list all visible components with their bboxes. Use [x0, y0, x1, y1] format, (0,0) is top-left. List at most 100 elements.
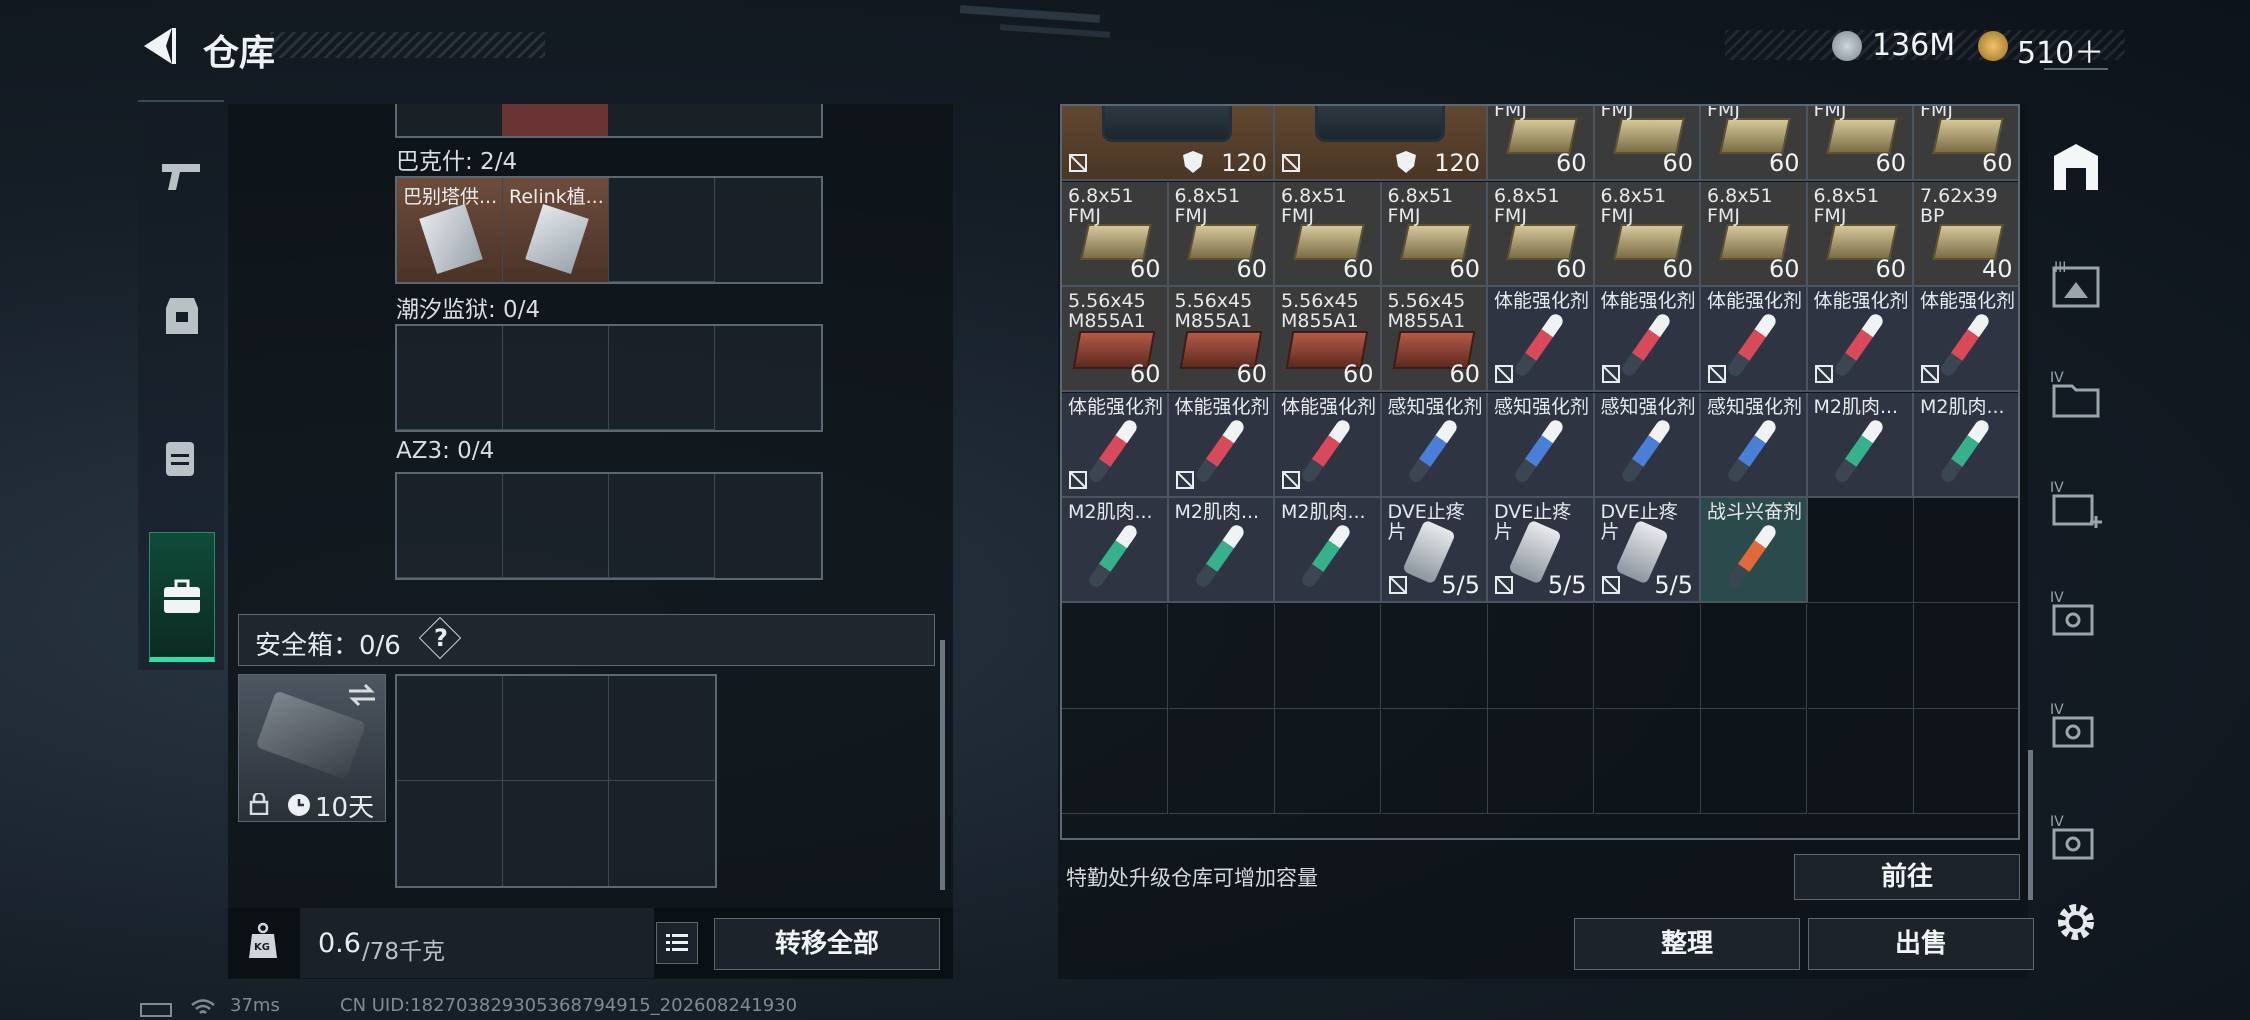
empty-slot[interactable] — [397, 326, 503, 430]
inventory-item[interactable]: 6.8x51 FMJ 60 — [1594, 106, 1701, 181]
empty-slot[interactable] — [609, 781, 715, 886]
transfer-all-button[interactable]: 转移全部 — [714, 918, 940, 970]
empty-slot[interactable] — [397, 474, 503, 578]
empty-slot[interactable] — [1168, 603, 1275, 709]
empty-slot[interactable] — [1062, 603, 1168, 709]
settings-gear-icon[interactable] — [2048, 894, 2104, 950]
empty-slot[interactable] — [503, 781, 609, 886]
inventory-item[interactable]: 6.8x51 FMJ 60 — [1701, 106, 1808, 181]
inventory-item[interactable]: 5.56x45 M855A1 60 — [1168, 287, 1275, 392]
inventory-item[interactable]: 120 — [1275, 106, 1488, 181]
empty-slot[interactable] — [1381, 709, 1488, 814]
empty-slot[interactable] — [1701, 709, 1807, 814]
rail-helmet[interactable] — [138, 258, 224, 378]
empty-slot[interactable] — [1807, 709, 1914, 814]
storage-tab-5-icon[interactable]: IV — [2048, 588, 2104, 644]
empty-slot[interactable] — [1701, 603, 1807, 709]
storage-tab-6-icon[interactable]: IV — [2048, 700, 2104, 756]
storage-tab-3-icon[interactable]: IV — [2048, 368, 2104, 424]
inventory-item[interactable]: 6.8x51 FMJ 60 — [1807, 106, 1914, 181]
item-slot[interactable]: Relink植... — [503, 178, 609, 282]
help-text[interactable]: ? — [434, 624, 448, 652]
rail-case-active[interactable] — [149, 532, 215, 662]
rail-backpack[interactable] — [138, 400, 224, 520]
back-arrow-icon[interactable] — [138, 24, 178, 68]
gold-currency[interactable]: 510＋ — [2017, 28, 2104, 72]
empty-slot[interactable] — [1168, 709, 1275, 814]
empty-slot[interactable] — [1062, 709, 1168, 814]
inventory-item[interactable]: 体能强化剂 — [1062, 392, 1169, 498]
inventory-item[interactable]: 体能强化剂 — [1594, 287, 1701, 392]
partial-item[interactable] — [502, 104, 608, 136]
inventory-item[interactable]: 6.8x51 FMJ 60 — [1275, 181, 1382, 287]
inventory-item[interactable]: 6.8x51 FMJ 60 — [1488, 181, 1595, 287]
inventory-item[interactable]: 6.8x51 FMJ 60 — [1488, 106, 1595, 181]
inventory-item[interactable]: 120 — [1062, 106, 1275, 181]
rail-weapon[interactable] — [138, 120, 224, 240]
inventory-item[interactable]: 感知强化剂 — [1594, 392, 1701, 498]
safebox-slot[interactable]: 10天 — [238, 674, 386, 823]
inventory-item[interactable]: 感知强化剂 — [1488, 392, 1595, 498]
empty-slot[interactable] — [1275, 603, 1381, 709]
inventory-item[interactable]: M2肌肉... — [1275, 498, 1382, 603]
empty-slot[interactable] — [1488, 709, 1594, 814]
inventory-item[interactable]: 6.8x51 FMJ 60 — [1701, 181, 1808, 287]
inventory-item[interactable]: 5.56x45 M855A1 60 — [1381, 287, 1488, 392]
inventory-item[interactable]: 体能强化剂 — [1275, 392, 1382, 498]
inventory-item[interactable]: 6.8x51 FMJ 60 — [1168, 181, 1275, 287]
sort-button[interactable]: 整理 — [1574, 918, 1800, 970]
inventory-item[interactable]: 感知强化剂 — [1701, 392, 1808, 498]
warehouse-tab-icon[interactable] — [2048, 140, 2104, 196]
right-scrollbar[interactable] — [2028, 750, 2033, 900]
inventory-item[interactable]: 体能强化剂 — [1488, 287, 1595, 392]
inventory-item[interactable]: 6.8x51 FMJ 60 — [1594, 181, 1701, 287]
inventory-item[interactable]: M2肌肉... — [1168, 498, 1275, 603]
empty-slot[interactable] — [1914, 498, 2018, 603]
goto-button[interactable]: 前往 — [1794, 854, 2020, 900]
empty-slot[interactable] — [1594, 709, 1701, 814]
empty-slot[interactable] — [397, 676, 503, 781]
empty-slot[interactable] — [1488, 603, 1594, 709]
empty-slot[interactable] — [503, 474, 609, 578]
empty-slot[interactable] — [1914, 604, 2018, 709]
empty-slot[interactable] — [609, 326, 715, 430]
inventory-item[interactable]: 7.62x39 BP 40 — [1914, 181, 2018, 287]
list-view-button[interactable] — [656, 922, 698, 964]
inventory-item[interactable]: DVE止疼片 5/5 — [1488, 498, 1595, 603]
inventory-item[interactable]: 战斗兴奋剂 — [1701, 498, 1808, 603]
inventory-item[interactable]: DVE止疼片 5/5 — [1594, 498, 1701, 603]
empty-slot[interactable] — [503, 326, 609, 430]
storage-tab-2-icon[interactable]: III — [2048, 258, 2104, 314]
empty-slot[interactable] — [609, 178, 715, 282]
inventory-item[interactable]: M2肌肉... — [1062, 498, 1169, 603]
inventory-item[interactable]: M2肌肉... — [1807, 392, 1914, 498]
empty-slot[interactable] — [1914, 709, 2018, 814]
empty-slot[interactable] — [503, 676, 609, 781]
item-slot[interactable]: 巴别塔供... — [397, 178, 503, 282]
sell-button[interactable]: 出售 — [1808, 918, 2034, 970]
empty-slot[interactable] — [1807, 603, 1914, 709]
empty-slot[interactable] — [609, 676, 715, 781]
inventory-item[interactable]: 感知强化剂 — [1381, 392, 1488, 498]
empty-slot[interactable] — [1807, 498, 1914, 603]
inventory-item[interactable]: 6.8x51 FMJ 60 — [1381, 181, 1488, 287]
inventory-item[interactable]: 体能强化剂 — [1807, 287, 1914, 392]
empty-slot[interactable] — [1275, 709, 1381, 814]
empty-slot[interactable] — [397, 781, 503, 886]
inventory-item[interactable]: 体能强化剂 — [1168, 392, 1275, 498]
left-scrollbar[interactable] — [940, 640, 945, 890]
inventory-item[interactable]: M2肌肉... — [1914, 392, 2018, 498]
inventory-item[interactable]: 体能强化剂 — [1914, 287, 2018, 392]
inventory-item[interactable]: 6.8x51 FMJ 60 — [1914, 106, 2018, 181]
inventory-item[interactable]: 5.56x45 M855A1 60 — [1062, 287, 1169, 392]
storage-tab-7-icon[interactable]: IV — [2048, 812, 2104, 868]
inventory-item[interactable]: 6.8x51 FMJ 60 — [1062, 181, 1169, 287]
inventory-item[interactable]: 6.8x51 FMJ 60 — [1807, 181, 1914, 287]
empty-slot[interactable] — [1594, 603, 1701, 709]
inventory-item[interactable]: DVE止疼片 5/5 — [1381, 498, 1488, 603]
inventory-item[interactable]: 5.56x45 M855A1 60 — [1275, 287, 1382, 392]
empty-slot[interactable] — [1381, 603, 1488, 709]
inventory-item[interactable]: 体能强化剂 — [1701, 287, 1808, 392]
storage-tab-4-icon[interactable]: IV — [2048, 478, 2104, 534]
empty-slot[interactable] — [609, 474, 715, 578]
